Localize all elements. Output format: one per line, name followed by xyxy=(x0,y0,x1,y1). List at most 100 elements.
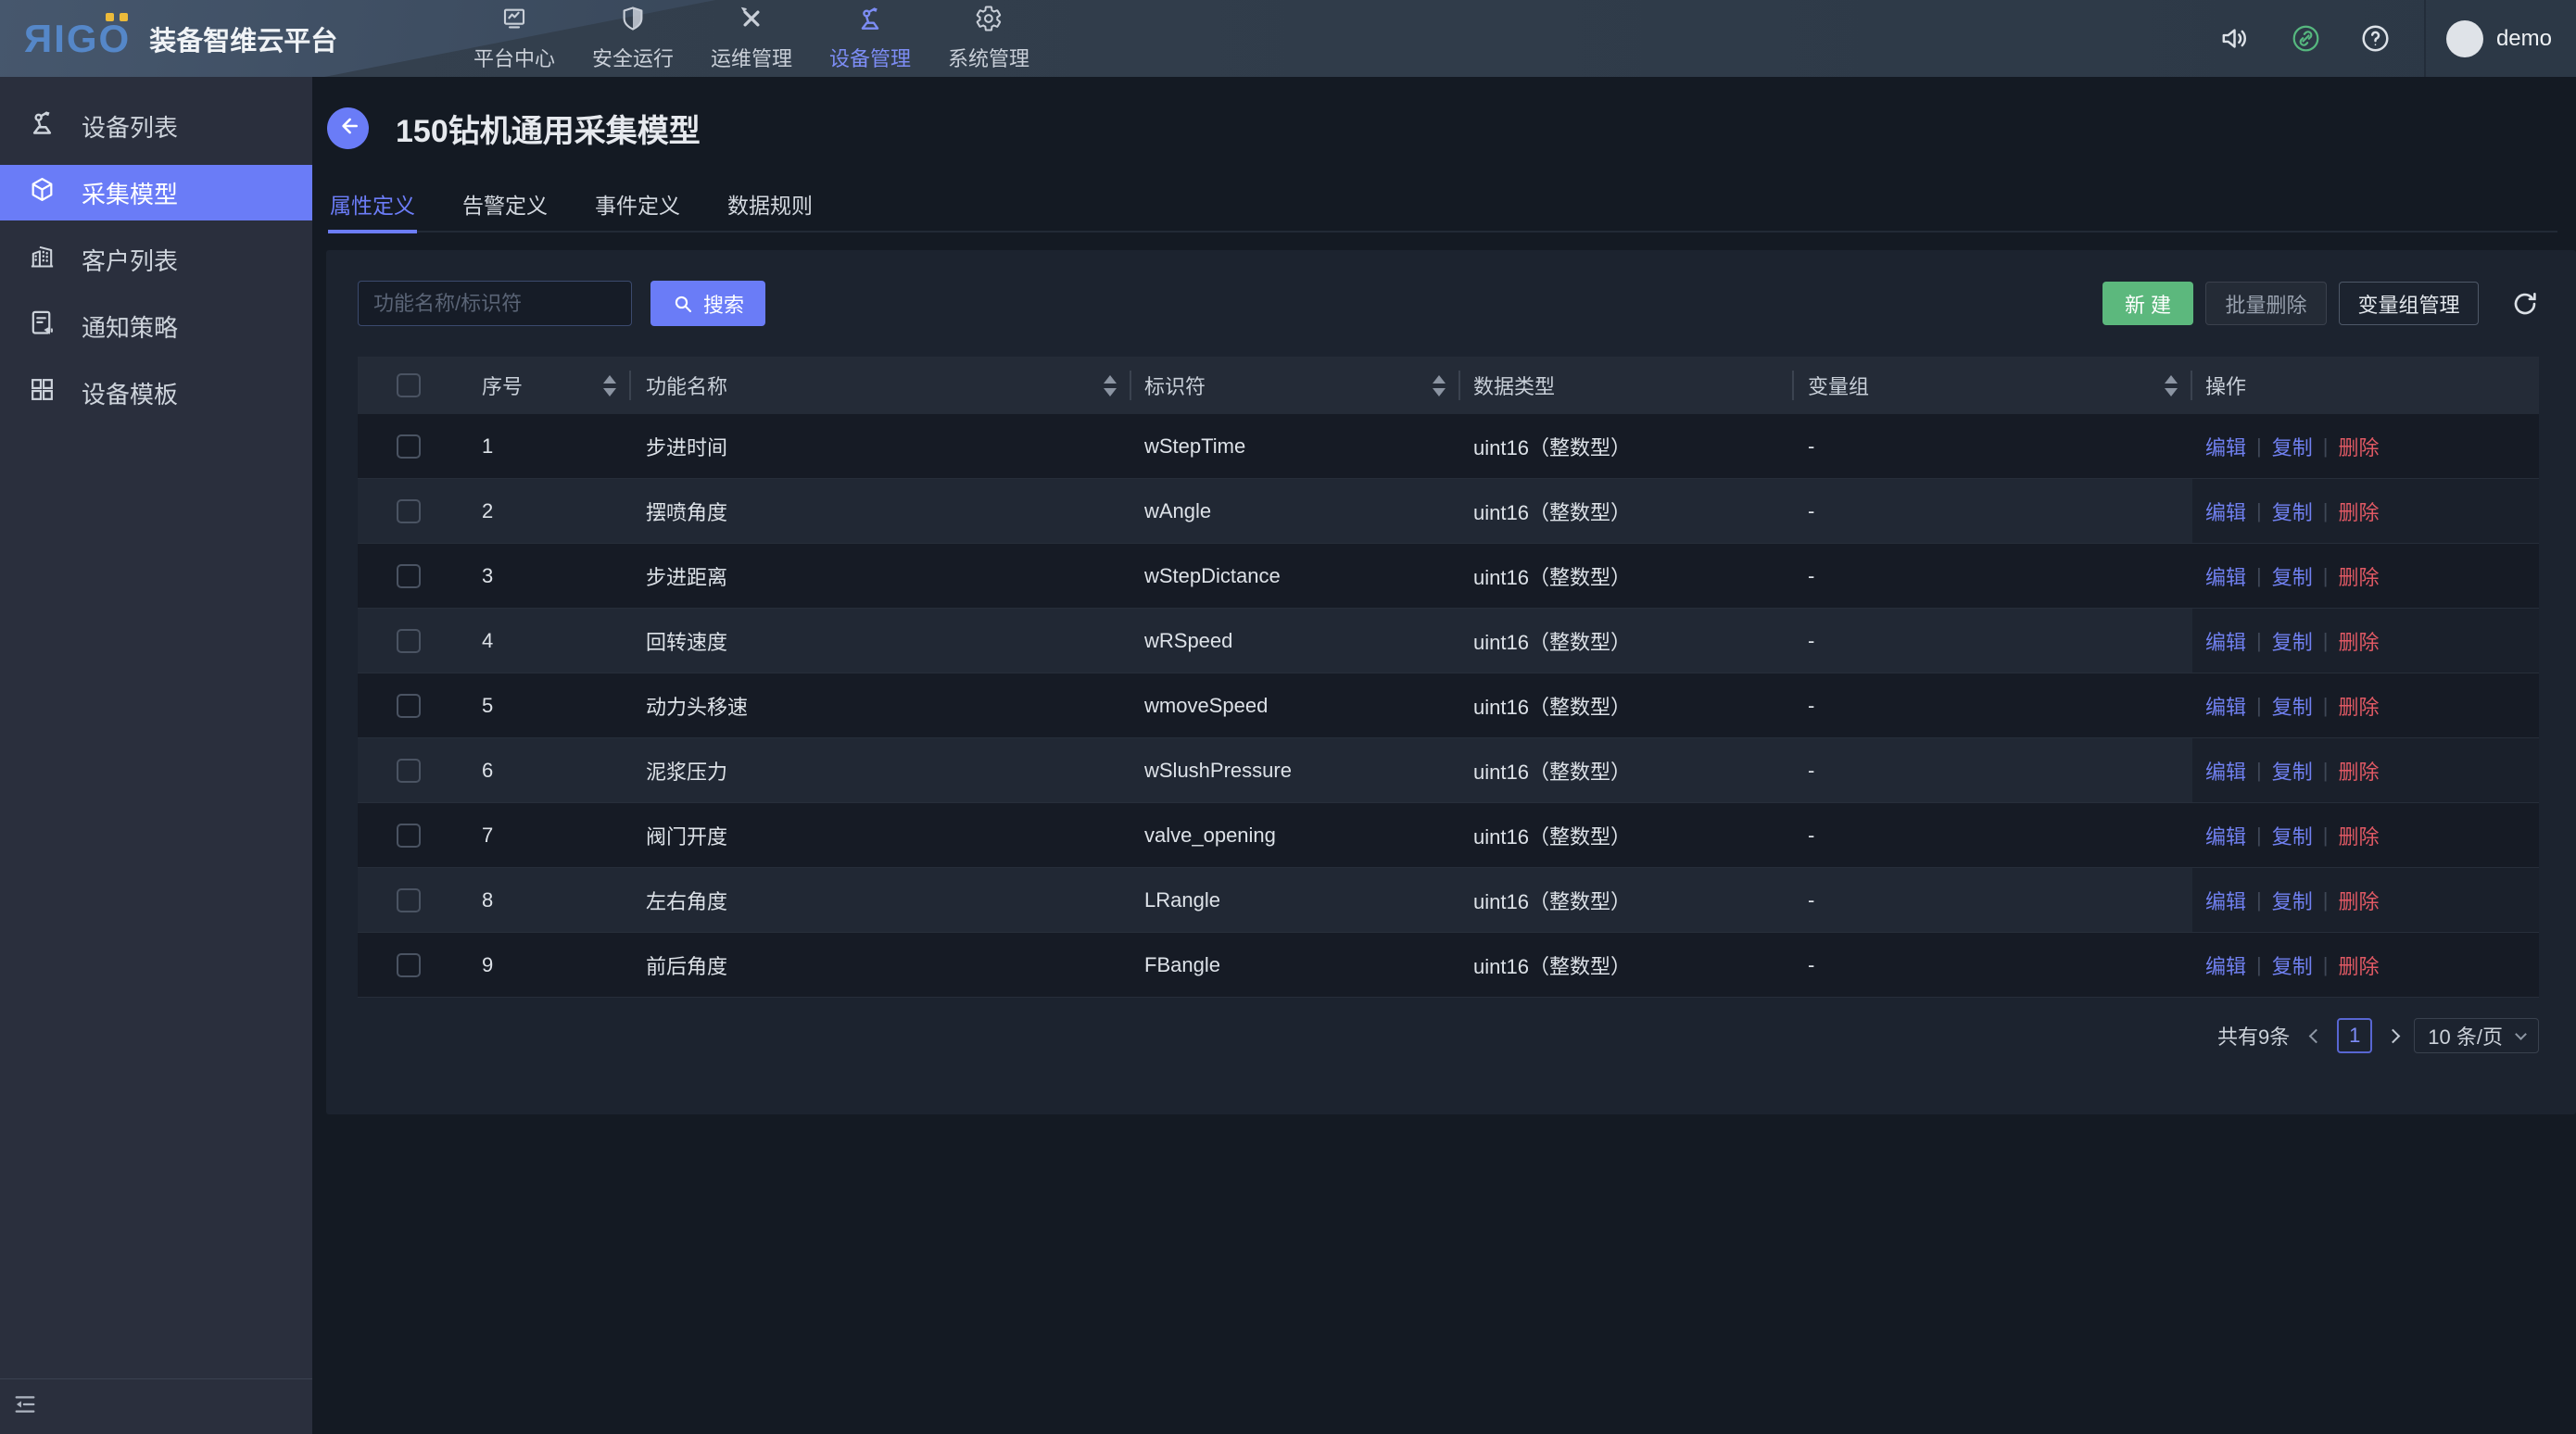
row-checkbox[interactable] xyxy=(397,564,421,588)
nav-item-platform-center[interactable]: 平台中心 xyxy=(455,0,574,77)
row-checkbox[interactable] xyxy=(397,953,421,977)
action-separator: | xyxy=(2323,824,2329,848)
row-checkbox[interactable] xyxy=(397,888,421,912)
delete-link[interactable]: 删除 xyxy=(2338,821,2379,850)
sidebar-item-notification-policy[interactable]: 通知策略 xyxy=(0,298,312,354)
copy-link[interactable]: 复制 xyxy=(2272,756,2313,786)
copy-link[interactable]: 复制 xyxy=(2272,432,2313,461)
search-input[interactable] xyxy=(358,281,632,326)
row-checkbox[interactable] xyxy=(397,694,421,718)
sort-caret-icon[interactable] xyxy=(1433,375,1446,396)
top-bar-right: demo xyxy=(2219,0,2576,77)
action-separator: | xyxy=(2256,434,2262,459)
edit-link[interactable]: 编辑 xyxy=(2205,432,2246,461)
collapse-sidebar-icon[interactable] xyxy=(12,1391,38,1422)
refresh-icon[interactable] xyxy=(2511,290,2539,318)
announcement-speaker-icon[interactable] xyxy=(2219,23,2250,54)
sidebar-item-collection-model[interactable]: 采集模型 xyxy=(0,165,312,220)
page-size-value: 10 条/页 xyxy=(2428,1021,2503,1050)
sidebar-item-customer-list[interactable]: 客户列表 xyxy=(0,232,312,287)
prev-page-icon[interactable] xyxy=(2309,1028,2324,1043)
copy-link[interactable]: 复制 xyxy=(2272,886,2313,915)
edit-link[interactable]: 编辑 xyxy=(2205,561,2246,591)
row-checkbox[interactable] xyxy=(397,629,421,653)
row-checkbox[interactable] xyxy=(397,824,421,848)
sidebar-item-device-template[interactable]: 设备模板 xyxy=(0,365,312,421)
delete-link[interactable]: 删除 xyxy=(2338,691,2379,721)
row-function-name: 泥浆压力 xyxy=(631,738,1131,802)
delete-link[interactable]: 删除 xyxy=(2338,432,2379,461)
table-row: 6 泥浆压力 wSlushPressure uint16（整数型） - 编辑 |… xyxy=(358,738,2539,803)
row-data-type: uint16（整数型） xyxy=(1460,414,1794,478)
tab-alarm-definition[interactable]: 告警定义 xyxy=(461,177,549,233)
delete-link[interactable]: 删除 xyxy=(2338,886,2379,915)
search-button[interactable]: 搜索 xyxy=(650,281,765,326)
help-question-icon[interactable] xyxy=(2360,23,2391,54)
copy-link[interactable]: 复制 xyxy=(2272,497,2313,526)
tab-event-definition[interactable]: 事件定义 xyxy=(593,177,682,233)
delete-link[interactable]: 删除 xyxy=(2338,497,2379,526)
page-size-select[interactable]: 10 条/页 xyxy=(2414,1018,2539,1053)
delete-link[interactable]: 删除 xyxy=(2338,756,2379,786)
copy-link[interactable]: 复制 xyxy=(2272,821,2313,850)
sidebar-item-device-list[interactable]: 设备列表 xyxy=(0,98,312,154)
row-checkbox[interactable] xyxy=(397,759,421,783)
header-cell-name[interactable]: 功能名称 xyxy=(631,357,1131,414)
select-all-checkbox[interactable] xyxy=(397,373,421,397)
row-function-name: 左右角度 xyxy=(631,868,1131,932)
sort-caret-icon[interactable] xyxy=(1104,375,1117,396)
header-cell-variable-group[interactable]: 变量组 xyxy=(1794,357,2192,414)
copy-link[interactable]: 复制 xyxy=(2272,691,2313,721)
edit-link[interactable]: 编辑 xyxy=(2205,497,2246,526)
delete-link[interactable]: 删除 xyxy=(2338,561,2379,591)
header-cell-identifier[interactable]: 标识符 xyxy=(1131,357,1460,414)
page-number-button[interactable]: 1 xyxy=(2337,1018,2372,1053)
delete-link[interactable]: 删除 xyxy=(2338,626,2379,656)
edit-link[interactable]: 编辑 xyxy=(2205,950,2246,980)
row-select-cell xyxy=(358,738,460,802)
nav-item-ops[interactable]: 运维管理 xyxy=(692,0,811,77)
nav-item-device-management[interactable]: 设备管理 xyxy=(811,0,929,77)
user-avatar[interactable] xyxy=(2446,20,2483,57)
tab-attribute-definition[interactable]: 属性定义 xyxy=(328,177,417,233)
pagination: 共有9条 1 10 条/页 xyxy=(2217,1017,2539,1054)
row-actions: 编辑 | 复制 | 删除 xyxy=(2192,414,2539,478)
copy-link[interactable]: 复制 xyxy=(2272,626,2313,656)
tab-data-rules[interactable]: 数据规则 xyxy=(726,177,814,233)
edit-link[interactable]: 编辑 xyxy=(2205,756,2246,786)
connection-link-icon[interactable] xyxy=(2291,23,2321,54)
row-identifier: valve_opening xyxy=(1131,803,1460,867)
header-cell-no[interactable]: 序号 xyxy=(460,357,631,414)
back-button[interactable] xyxy=(327,107,369,149)
row-checkbox[interactable] xyxy=(397,499,421,523)
column-label: 标识符 xyxy=(1144,371,1206,400)
main-content: 150钻机通用采集模型 属性定义 告警定义 事件定义 数据规则 搜索 新 建 批… xyxy=(312,77,2576,1434)
table-body: 1 步进时间 wStepTime uint16（整数型） - 编辑 | 复制 |… xyxy=(358,414,2539,998)
row-checkbox[interactable] xyxy=(397,434,421,459)
edit-link[interactable]: 编辑 xyxy=(2205,626,2246,656)
edit-link[interactable]: 编辑 xyxy=(2205,821,2246,850)
next-page-icon[interactable] xyxy=(2386,1028,2401,1043)
delete-link[interactable]: 删除 xyxy=(2338,950,2379,980)
batch-delete-button[interactable]: 批量删除 xyxy=(2205,282,2327,325)
edit-link[interactable]: 编辑 xyxy=(2205,886,2246,915)
row-function-name: 动力头移速 xyxy=(631,673,1131,737)
robot-arm-icon xyxy=(856,5,884,38)
row-identifier: wRSpeed xyxy=(1131,609,1460,673)
header-cell-actions: 操作 xyxy=(2192,357,2539,414)
action-separator: | xyxy=(2323,888,2329,912)
nav-item-security[interactable]: 安全运行 xyxy=(574,0,692,77)
nav-item-system[interactable]: 系统管理 xyxy=(929,0,1048,77)
sort-caret-icon[interactable] xyxy=(2165,375,2178,396)
row-select-cell xyxy=(358,868,460,932)
row-select-cell xyxy=(358,609,460,673)
sort-caret-icon[interactable] xyxy=(603,375,616,396)
edit-link[interactable]: 编辑 xyxy=(2205,691,2246,721)
top-bar-divider xyxy=(2424,0,2426,77)
copy-link[interactable]: 复制 xyxy=(2272,950,2313,980)
variable-group-button[interactable]: 变量组管理 xyxy=(2339,282,2479,325)
chevron-down-icon xyxy=(2515,1028,2527,1040)
ops-tools-icon xyxy=(738,5,765,38)
new-button[interactable]: 新 建 xyxy=(2102,282,2193,325)
copy-link[interactable]: 复制 xyxy=(2272,561,2313,591)
